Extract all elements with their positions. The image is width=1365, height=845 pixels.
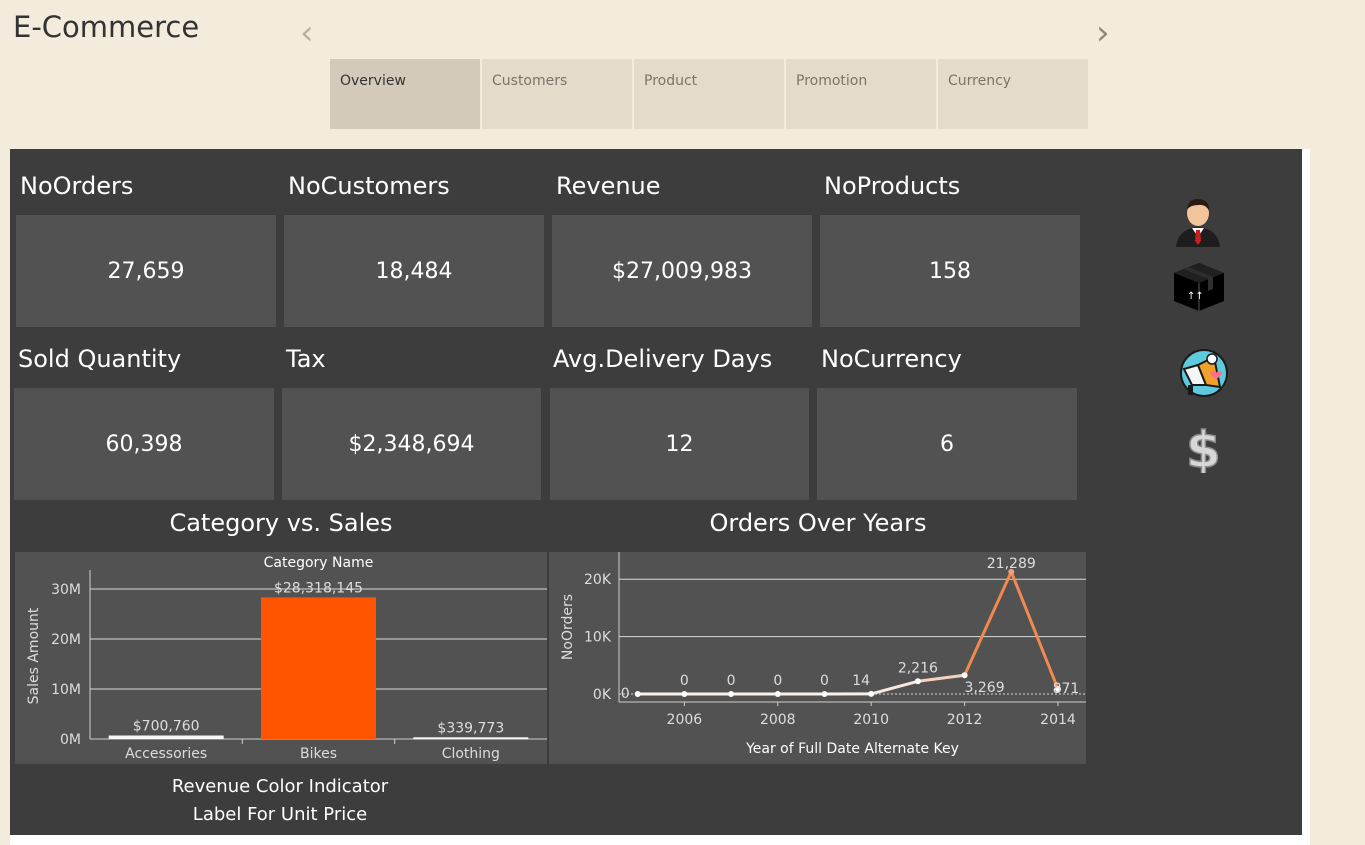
y-tick-label: 0K: [593, 687, 612, 703]
kpi-card-avg-delivery-days[interactable]: 12: [550, 388, 809, 500]
line-segment: [963, 570, 1013, 677]
point-label: 871: [1053, 681, 1080, 697]
svg-text:↑↑: ↑↑: [1187, 291, 1204, 302]
kpi-card-tax[interactable]: $2,348,694: [282, 388, 541, 500]
y-tick-label: 20M: [51, 632, 81, 648]
data-point: [961, 672, 968, 679]
bar-bikes: [261, 597, 376, 739]
kpi-value-nocurrency: 6: [940, 431, 954, 457]
point-label: 0: [621, 686, 630, 702]
bar-value-label: $700,760: [133, 718, 200, 734]
x-tick-label: Clothing: [442, 746, 500, 762]
x-tick-label: 2010: [853, 712, 889, 728]
point-label: 14: [852, 673, 870, 689]
data-point: [728, 691, 735, 697]
orders-over-years-title: Orders Over Years: [709, 509, 927, 537]
point-label: 21,289: [987, 556, 1036, 572]
category-sales-panel: Category Name 0M 10M 20M 30M Sales Amount $700…: [15, 552, 547, 764]
x-tick-label: 2012: [947, 712, 983, 728]
x-axis-title: Year of Full Date Alternate Key: [745, 741, 959, 757]
orders-over-years-chart[interactable]: 0K 10K 20K 2006 2008 2010 2012 2014 Year of Full…: [549, 552, 1086, 764]
y-tick-label: 20K: [584, 572, 612, 588]
y-axis-title: Sales Amount: [26, 607, 42, 704]
dashboard-canvas: NoOrders 27,659 NoCustomers 18,484 Reven…: [10, 149, 1302, 835]
right-margin-strip: [1302, 149, 1310, 845]
revenue-color-indicator-label: Revenue Color Indicator: [171, 776, 389, 797]
y-tick-label: 10M: [51, 682, 81, 698]
bar-value-label: $339,773: [437, 720, 504, 736]
tab-promotion[interactable]: Promotion: [786, 59, 936, 129]
x-tick-label: 2006: [667, 712, 703, 728]
x-tick-label: Bikes: [300, 746, 337, 762]
x-tick-label: 2008: [760, 712, 796, 728]
y-tick-label: 30M: [51, 582, 81, 598]
kpi-card-noorders[interactable]: 27,659: [16, 215, 276, 327]
bar-value-label: $28,318,145: [274, 580, 363, 596]
svg-text:$: $: [1186, 421, 1221, 473]
kpi-value-noorders: 27,659: [107, 258, 185, 284]
kpi-value-sold-quantity: 60,398: [105, 431, 183, 457]
point-label: 2,216: [898, 660, 938, 676]
tab-currency[interactable]: Currency: [938, 59, 1088, 129]
y-tick-label: 0M: [60, 732, 81, 748]
kpi-card-noproducts[interactable]: 158: [820, 215, 1080, 327]
tab-product[interactable]: Product: [634, 59, 784, 129]
y-axis-title: NoOrders: [560, 594, 576, 660]
app-title: E-Commerce: [13, 10, 200, 44]
promotion-megaphone-icon[interactable]: [1176, 347, 1230, 399]
kpi-label-avg-delivery-days: Avg.Delivery Days: [553, 345, 773, 373]
kpi-card-nocurrency[interactable]: 6: [817, 388, 1077, 500]
point-label: 3,269: [965, 680, 1005, 696]
data-point: [681, 691, 688, 697]
chevron-left-icon[interactable]: ‹: [300, 16, 314, 50]
kpi-card-sold-quantity[interactable]: 60,398: [14, 388, 274, 500]
point-label: 0: [727, 673, 736, 689]
line-segment: [1009, 570, 1060, 691]
point-label: 0: [680, 673, 689, 689]
kpi-value-avg-delivery-days: 12: [665, 431, 694, 457]
currency-dollar-icon[interactable]: $: [1184, 421, 1224, 473]
kpi-value-noproducts: 158: [929, 258, 971, 284]
kpi-value-nocustomers: 18,484: [375, 258, 453, 284]
data-point: [774, 691, 781, 697]
kpi-label-tax: Tax: [286, 345, 326, 373]
unit-price-label: Label For Unit Price: [192, 804, 368, 825]
x-tick-label: 2014: [1040, 712, 1076, 728]
data-point: [821, 691, 828, 697]
bar-chart-header: Category Name: [264, 555, 374, 571]
bar-accessories: [108, 735, 224, 739]
kpi-label-noproducts: NoProducts: [824, 172, 961, 200]
point-label: 0: [820, 673, 829, 689]
bottom-margin-strip: [10, 835, 1310, 845]
point-label: 0: [773, 673, 782, 689]
tab-customers[interactable]: Customers: [482, 59, 632, 129]
bar-clothing: [413, 737, 529, 740]
kpi-label-noorders: NoOrders: [20, 172, 134, 200]
data-point: [868, 690, 875, 697]
tab-overview[interactable]: Overview: [330, 59, 480, 129]
category-sales-chart[interactable]: Category Name 0M 10M 20M 30M Sales Amount $700…: [15, 552, 547, 764]
kpi-card-revenue[interactable]: $27,009,983: [552, 215, 812, 327]
category-sales-title: Category vs. Sales: [169, 509, 393, 537]
kpi-value-tax: $2,348,694: [348, 431, 475, 457]
orders-over-years-panel: 0K 10K 20K 2006 2008 2010 2012 2014 Year of Full…: [549, 552, 1086, 764]
customer-avatar-icon[interactable]: [1172, 193, 1224, 247]
y-tick-label: 10K: [584, 630, 612, 646]
data-point: [634, 691, 641, 697]
product-box-icon[interactable]: ↑↑: [1172, 261, 1226, 313]
kpi-label-sold-quantity: Sold Quantity: [18, 345, 182, 373]
kpi-label-nocurrency: NoCurrency: [821, 345, 962, 373]
data-point: [914, 678, 921, 685]
kpi-value-revenue: $27,009,983: [612, 258, 752, 284]
kpi-card-nocustomers[interactable]: 18,484: [284, 215, 544, 327]
x-tick-label: Accessories: [125, 746, 207, 762]
kpi-label-revenue: Revenue: [556, 172, 661, 200]
chevron-right-icon[interactable]: ›: [1096, 16, 1110, 50]
kpi-label-nocustomers: NoCustomers: [288, 172, 450, 200]
line-segment: [869, 679, 920, 696]
